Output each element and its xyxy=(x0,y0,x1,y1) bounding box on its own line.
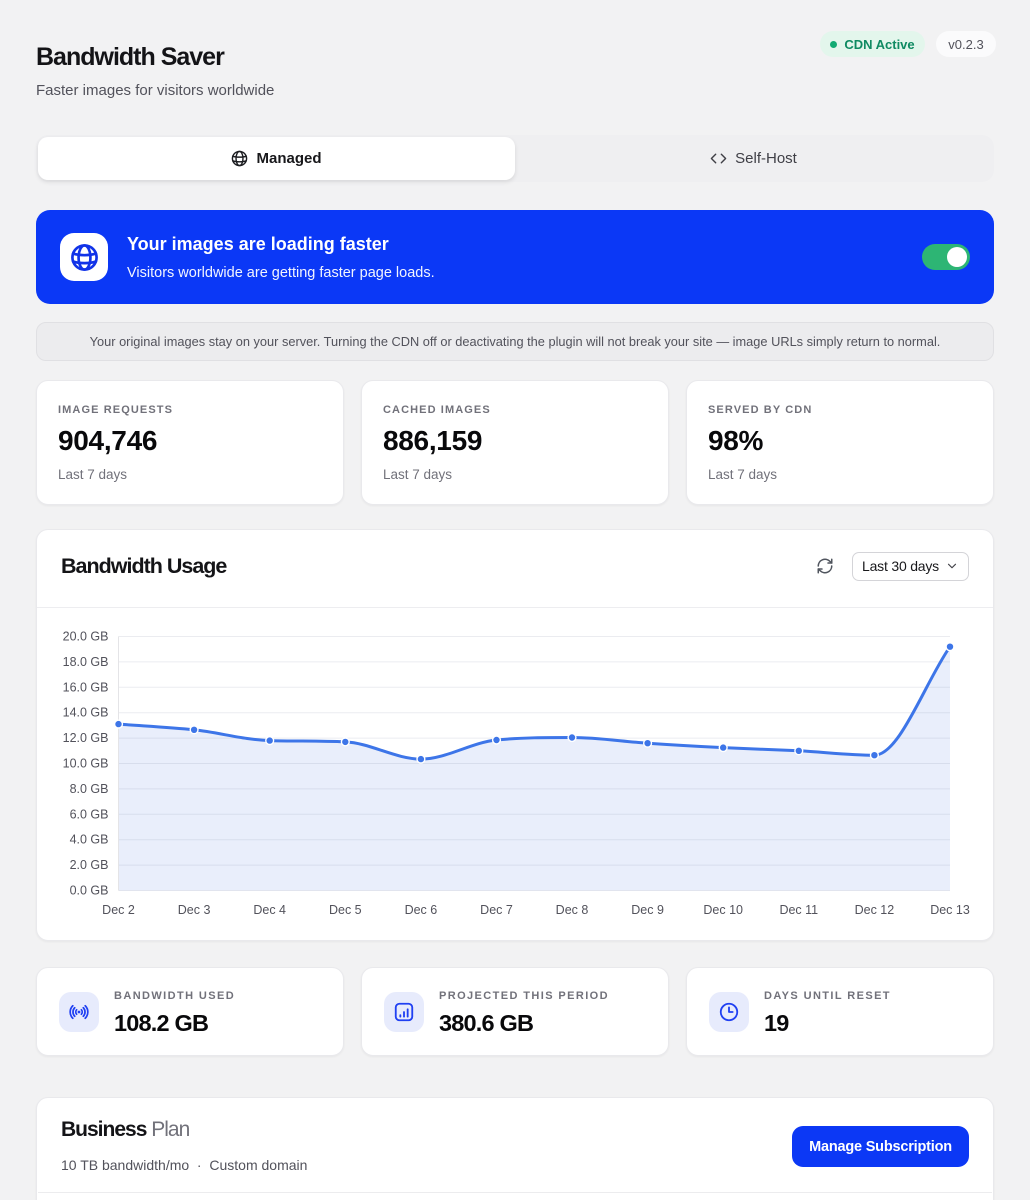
svg-text:Dec 3: Dec 3 xyxy=(178,903,211,917)
svg-text:Dec 12: Dec 12 xyxy=(855,903,895,917)
svg-text:Dec 10: Dec 10 xyxy=(703,903,743,917)
svg-text:Dec 11: Dec 11 xyxy=(779,903,818,917)
svg-text:2.0 GB: 2.0 GB xyxy=(70,858,109,872)
svg-text:10.0 GB: 10.0 GB xyxy=(63,757,109,771)
svg-text:8.0 GB: 8.0 GB xyxy=(70,782,109,796)
svg-text:Dec 8: Dec 8 xyxy=(556,903,589,917)
svg-text:6.0 GB: 6.0 GB xyxy=(70,807,109,821)
svg-text:Dec 5: Dec 5 xyxy=(329,903,362,917)
svg-text:Dec 6: Dec 6 xyxy=(405,903,438,917)
svg-text:Dec 2: Dec 2 xyxy=(102,903,135,917)
svg-text:16.0 GB: 16.0 GB xyxy=(63,680,109,694)
svg-text:Dec 4: Dec 4 xyxy=(253,903,286,917)
svg-text:Dec 9: Dec 9 xyxy=(631,903,664,917)
svg-text:Dec 13: Dec 13 xyxy=(930,903,970,917)
svg-text:12.0 GB: 12.0 GB xyxy=(63,731,109,745)
svg-text:20.0 GB: 20.0 GB xyxy=(63,630,109,644)
svg-text:18.0 GB: 18.0 GB xyxy=(63,655,109,669)
svg-text:4.0 GB: 4.0 GB xyxy=(70,833,109,847)
svg-text:Dec 7: Dec 7 xyxy=(480,903,513,917)
svg-text:14.0 GB: 14.0 GB xyxy=(63,706,109,720)
svg-text:0.0 GB: 0.0 GB xyxy=(70,884,109,898)
